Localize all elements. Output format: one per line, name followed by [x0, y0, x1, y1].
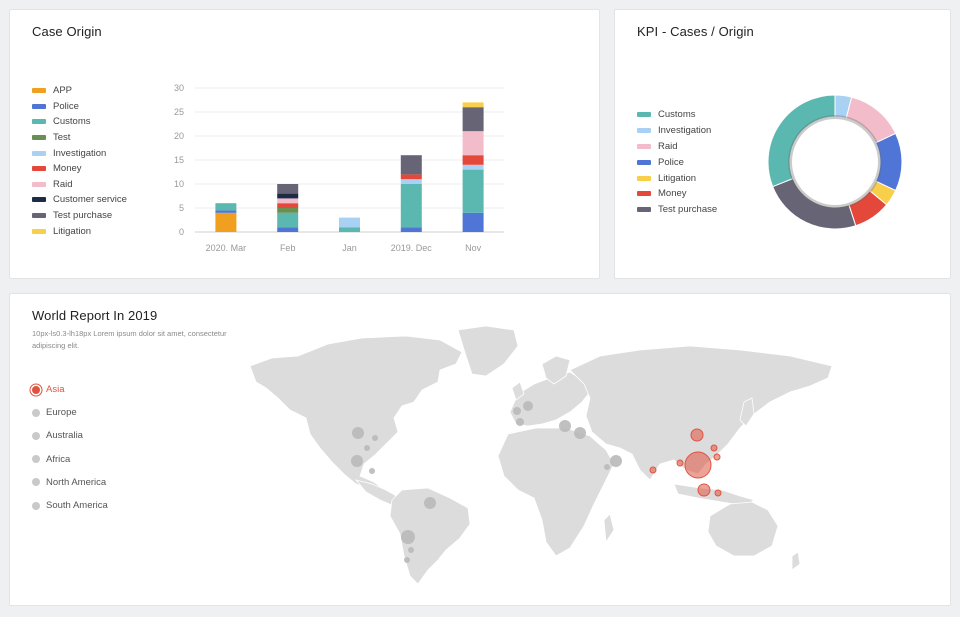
- map-bubble-active[interactable]: [713, 453, 721, 461]
- map-bubble-active[interactable]: [710, 444, 718, 452]
- map-bubble[interactable]: [408, 547, 414, 553]
- bar-segment-police[interactable]: [462, 212, 484, 232]
- x-tick-label: Jan: [342, 243, 357, 253]
- land-madagascar: [603, 513, 615, 544]
- bar-segment-customs[interactable]: [400, 184, 422, 228]
- map-bubble[interactable]: [404, 557, 410, 563]
- map-bubble-active[interactable]: [690, 428, 704, 442]
- map-bubble-active[interactable]: [676, 459, 684, 467]
- map-bubble[interactable]: [372, 435, 378, 441]
- y-tick-label: 5: [179, 203, 184, 213]
- map-bubble[interactable]: [369, 468, 375, 474]
- bar-segment-customs[interactable]: [462, 169, 484, 213]
- bar-segment-test-purchase[interactable]: [277, 184, 299, 194]
- bar-segment-investigation[interactable]: [400, 179, 422, 184]
- bar-segment-police[interactable]: [215, 210, 237, 213]
- donut-slice-customs[interactable]: [767, 94, 836, 188]
- map-bubble-active[interactable]: [649, 466, 657, 474]
- y-tick-label: 0: [179, 227, 184, 237]
- land-new-zealand: [791, 551, 801, 571]
- map-bubble[interactable]: [364, 445, 370, 451]
- x-tick-label: Nov: [465, 243, 482, 253]
- world-map: [249, 325, 833, 585]
- x-tick-label: 2019. Dec: [391, 243, 433, 253]
- y-tick-label: 30: [174, 83, 184, 93]
- bar-segment-money[interactable]: [277, 203, 299, 208]
- kpi-donut-chart: [767, 94, 903, 230]
- case-origin-bar-chart: 0 5 10 15 20 25 30 2020. Mar Feb Jan 2019. Dec Nov: [174, 83, 504, 253]
- land-australia: [707, 501, 779, 557]
- world-map-land: [249, 325, 833, 585]
- bar-segment-investigation[interactable]: [462, 164, 484, 170]
- map-bubble-active[interactable]: [697, 483, 711, 497]
- bar-segment-customs[interactable]: [215, 203, 237, 211]
- map-bubble[interactable]: [559, 420, 571, 432]
- y-tick-label: 20: [174, 131, 184, 141]
- map-bubble[interactable]: [516, 418, 524, 426]
- map-bubble[interactable]: [352, 427, 364, 439]
- map-bubble[interactable]: [401, 530, 415, 544]
- donut-inner-shadow: [788, 115, 882, 209]
- bar-segment-police[interactable]: [400, 227, 422, 232]
- bar-segment-test[interactable]: [277, 208, 299, 213]
- map-bubble-active[interactable]: [714, 489, 722, 497]
- bar-segment-raid[interactable]: [277, 198, 299, 204]
- bar-segment-test-purchase[interactable]: [462, 107, 484, 132]
- kpi-card: KPI - Cases / Origin Customs Investigatio…: [614, 9, 951, 279]
- world-report-card: World Report In 2019 10px-ls0.3-lh18px L…: [9, 293, 951, 606]
- map-bubble[interactable]: [610, 455, 622, 467]
- y-tick-label: 25: [174, 107, 184, 117]
- land-greenland: [457, 325, 519, 377]
- map-bubble[interactable]: [513, 407, 521, 415]
- y-tick-label: 10: [174, 179, 184, 189]
- map-bubble[interactable]: [424, 497, 436, 509]
- bar-segment-customs[interactable]: [339, 227, 360, 232]
- y-tick-label: 15: [174, 155, 184, 165]
- bar-segment-customs[interactable]: [277, 212, 299, 228]
- map-bubble[interactable]: [574, 427, 586, 439]
- land-africa: [497, 427, 615, 557]
- map-bubble[interactable]: [604, 464, 610, 470]
- bar-segment-investigation[interactable]: [339, 217, 360, 228]
- map-bubble[interactable]: [523, 401, 533, 411]
- bar-segment-litigation[interactable]: [462, 102, 484, 108]
- map-bubble-active[interactable]: [684, 451, 712, 479]
- x-tick-label: 2020. Mar: [206, 243, 247, 253]
- bar-segment-money[interactable]: [400, 174, 422, 180]
- bar-segment-police[interactable]: [277, 227, 299, 232]
- bar-segment-raid[interactable]: [462, 131, 484, 156]
- bar-segment-money[interactable]: [462, 155, 484, 165]
- map-bubble[interactable]: [351, 455, 363, 467]
- bar-segment-app[interactable]: [215, 212, 237, 232]
- bar-segment-customer-service[interactable]: [277, 193, 299, 199]
- case-origin-card: Case Origin APP Police Customs Test Investig…: [9, 9, 600, 279]
- bar-segment-test-purchase[interactable]: [400, 155, 422, 175]
- x-tick-label: Feb: [280, 243, 296, 253]
